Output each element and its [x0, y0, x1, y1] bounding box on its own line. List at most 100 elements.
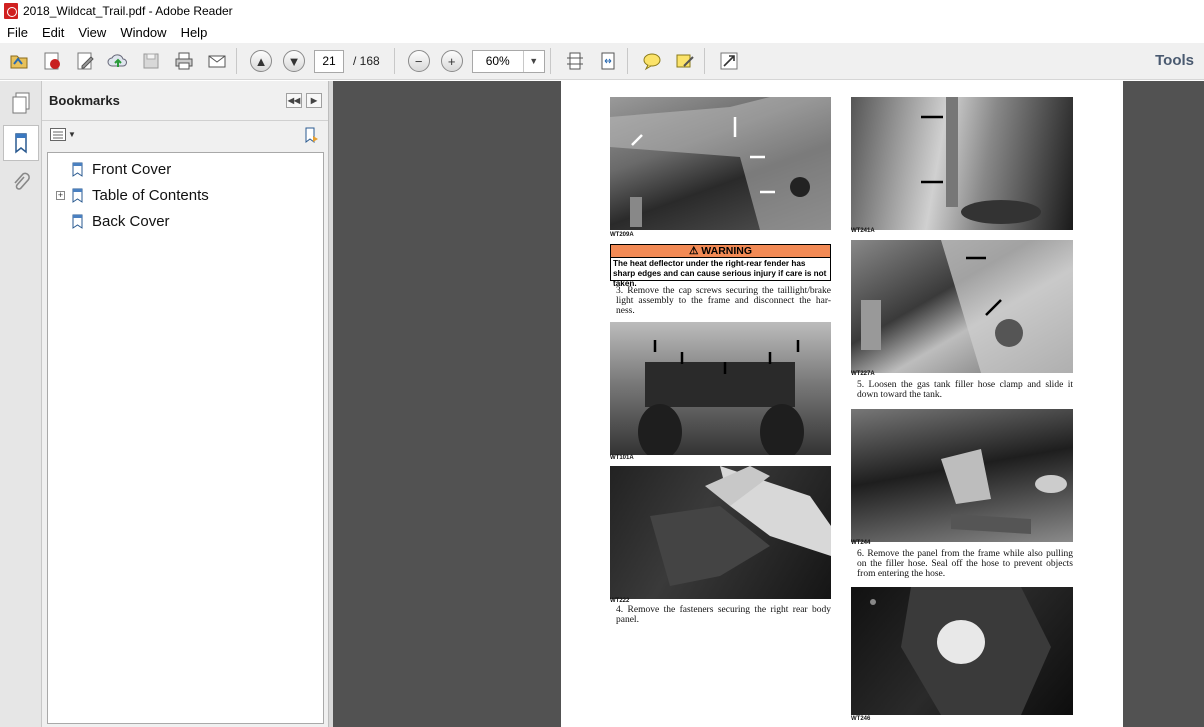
- toolbar-separator: [703, 48, 705, 74]
- plus-icon: +: [440, 50, 463, 72]
- zoom-value: 60%: [485, 53, 510, 68]
- list-options-icon: [50, 128, 66, 141]
- page-total: / 168: [353, 54, 380, 68]
- photo-wt209a: [610, 97, 831, 230]
- fit-width-icon: [601, 52, 615, 70]
- menu-file[interactable]: File: [0, 25, 35, 40]
- fit-page-icon: [566, 52, 583, 70]
- page-thumbnails-button[interactable]: [3, 85, 39, 121]
- open-icon: [10, 55, 28, 69]
- bookmark-item[interactable]: + Table of Contents: [56, 183, 209, 207]
- page-number-input[interactable]: 21: [314, 49, 344, 73]
- photo-wt246: [851, 587, 1073, 715]
- open-button[interactable]: [5, 47, 33, 75]
- rear-fender-image: [610, 97, 831, 230]
- warning-header-text: WARNING: [701, 245, 753, 257]
- print-button[interactable]: [170, 47, 198, 75]
- bookmark-label: Table of Contents: [92, 186, 209, 204]
- warning-header: ⚠ WARNING: [611, 245, 830, 258]
- comment-button[interactable]: [638, 47, 666, 75]
- expand-icon: [720, 52, 738, 70]
- chevron-down-icon: ▼: [68, 130, 76, 139]
- edit-button[interactable]: [71, 47, 99, 75]
- toolbar-separator: [626, 48, 628, 74]
- step-5-text: 5. Loosen the gas tank filler hose clamp…: [857, 380, 1073, 400]
- new-bookmark-button[interactable]: [302, 126, 320, 149]
- photo-wt241a: [851, 97, 1073, 230]
- share-button[interactable]: [104, 47, 132, 75]
- caption-wt246: WT246: [851, 716, 871, 722]
- collapse-panel-button[interactable]: ◀◀: [286, 93, 302, 108]
- cloud-upload-icon: [107, 54, 127, 67]
- pages-icon: [12, 92, 30, 114]
- minus-icon: −: [407, 50, 430, 72]
- bookmarks-panel: Bookmarks ◀◀ ▶ ▼ Front Cover + Table of …: [42, 81, 329, 727]
- warning-triangle-icon: ⚠: [688, 245, 702, 257]
- document-view[interactable]: WT209A ⚠ WARNING The heat deflector unde…: [333, 81, 1204, 727]
- navigation-strip: [0, 81, 42, 727]
- fit-width-button[interactable]: [594, 47, 622, 75]
- sealed-hose-image: [870, 587, 1051, 715]
- attachments-button[interactable]: [3, 165, 39, 201]
- step-4-text: 4. Remove the fasteners securing the rig…: [616, 605, 831, 625]
- bookmark-item[interactable]: Front Cover: [56, 157, 171, 181]
- zoom-in-button[interactable]: +: [438, 47, 466, 75]
- new-bookmark-icon: [305, 127, 318, 143]
- pdf-app-icon: [4, 3, 18, 19]
- filler-hose-clamp-image: [861, 240, 1073, 373]
- double-chevron-left-icon: ◀◀: [287, 96, 301, 105]
- pdf-page: WT209A ⚠ WARNING The heat deflector unde…: [561, 81, 1123, 727]
- caption-wt222: WT222: [610, 598, 630, 604]
- bookmarks-header: Bookmarks ◀◀ ▶: [42, 81, 328, 121]
- frame-bolts-image: [921, 97, 1041, 224]
- chevron-right-icon: ▶: [310, 96, 318, 105]
- hand-removing-fastener-image: [650, 466, 831, 586]
- caption-wt227a: WT227A: [851, 371, 875, 377]
- previous-page-button[interactable]: ▲: [247, 47, 275, 75]
- bookmark-item[interactable]: Back Cover: [56, 209, 170, 233]
- bookmark-icon: [72, 214, 83, 229]
- photo-wt222: [610, 466, 831, 599]
- tools-link[interactable]: Tools: [1155, 52, 1194, 69]
- expand-icon[interactable]: +: [56, 190, 65, 200]
- zoom-select[interactable]: 60% ▼: [471, 49, 545, 73]
- vehicle-rear-image: [638, 340, 804, 455]
- menu-view[interactable]: View: [71, 25, 113, 40]
- save-button[interactable]: [137, 47, 165, 75]
- bookmark-tree: Front Cover + Table of Contents Back Cov…: [47, 152, 324, 724]
- fit-page-button[interactable]: [561, 47, 589, 75]
- options-menu-button[interactable]: ▼: [50, 128, 76, 141]
- menu-window[interactable]: Window: [113, 25, 173, 40]
- warning-box: ⚠ WARNING The heat deflector under the r…: [610, 244, 831, 288]
- email-button[interactable]: [203, 47, 231, 75]
- toolbar-separator: [549, 48, 551, 74]
- create-pdf-button[interactable]: [38, 47, 66, 75]
- paperclip-icon: [14, 172, 30, 190]
- edit-icon: [77, 52, 94, 70]
- highlight-icon: [676, 54, 694, 68]
- menu-help[interactable]: Help: [174, 25, 215, 40]
- panel-menu-button[interactable]: ▶: [306, 93, 322, 108]
- bookmark-options-bar: ▼: [42, 121, 328, 151]
- bookmark-icon: [72, 188, 83, 203]
- highlight-button[interactable]: [671, 47, 699, 75]
- save-icon: [143, 53, 159, 69]
- next-page-button[interactable]: ▼: [280, 47, 308, 75]
- menu-bar: File Edit View Window Help: [0, 22, 1204, 43]
- email-icon: [208, 55, 226, 68]
- bookmark-icon: [15, 133, 27, 154]
- toolbar-separator: [236, 48, 237, 74]
- full-screen-button[interactable]: [715, 47, 743, 75]
- bookmarks-title: Bookmarks: [49, 93, 120, 108]
- chevron-down-icon[interactable]: ▼: [522, 50, 544, 72]
- create-pdf-icon: [44, 52, 60, 70]
- menu-edit[interactable]: Edit: [35, 25, 71, 40]
- zoom-out-button[interactable]: −: [405, 47, 433, 75]
- title-bar: 2018_Wildcat_Trail.pdf - Adobe Reader: [0, 0, 1204, 22]
- print-icon: [175, 52, 193, 70]
- bookmark-icon: [72, 162, 83, 177]
- photo-wt227a: [851, 240, 1073, 373]
- bookmarks-panel-button[interactable]: [3, 125, 39, 161]
- arrow-down-icon: ▼: [283, 50, 305, 72]
- photo-wt244: [851, 409, 1073, 542]
